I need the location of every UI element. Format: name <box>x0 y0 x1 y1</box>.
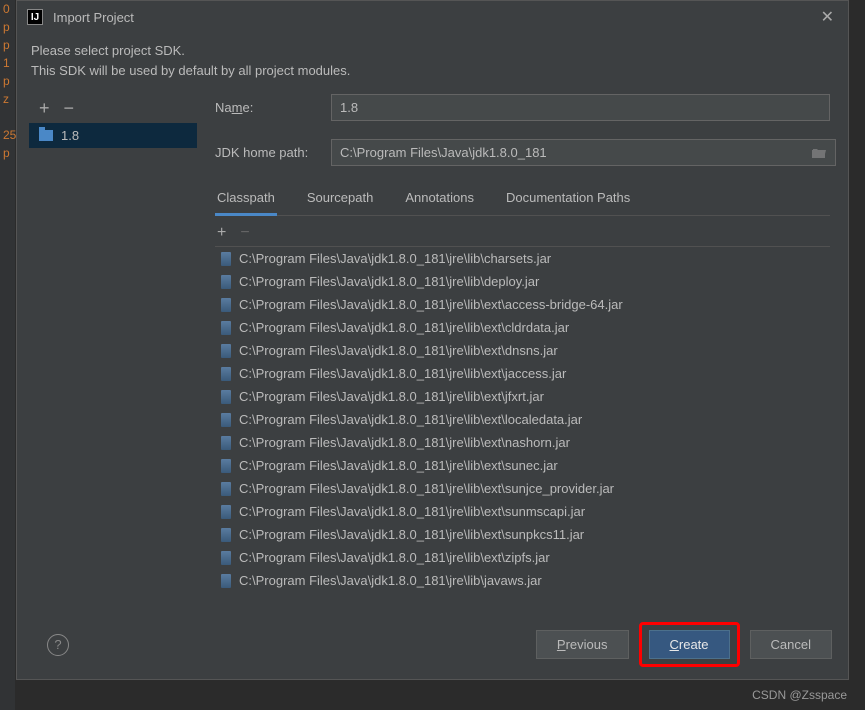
jar-icon <box>221 574 231 588</box>
list-item[interactable]: C:\Program Files\Java\jdk1.8.0_181\jre\l… <box>215 408 830 431</box>
jar-icon <box>221 436 231 450</box>
name-label: Name: <box>215 100 331 115</box>
path-label: JDK home path: <box>215 145 331 160</box>
jar-path: C:\Program Files\Java\jdk1.8.0_181\jre\l… <box>239 412 582 427</box>
jar-path: C:\Program Files\Java\jdk1.8.0_181\jre\l… <box>239 366 566 381</box>
jar-path: C:\Program Files\Java\jdk1.8.0_181\jre\l… <box>239 481 614 496</box>
add-sdk-button[interactable]: + <box>39 98 50 119</box>
jar-icon <box>221 275 231 289</box>
name-input[interactable] <box>331 94 830 121</box>
jar-path: C:\Program Files\Java\jdk1.8.0_181\jre\l… <box>239 343 558 358</box>
close-icon[interactable]: ✕ <box>817 7 838 27</box>
jar-path: C:\Program Files\Java\jdk1.8.0_181\jre\l… <box>239 251 551 266</box>
list-item[interactable]: C:\Program Files\Java\jdk1.8.0_181\jre\l… <box>215 431 830 454</box>
previous-button[interactable]: Previous <box>536 630 629 659</box>
jar-icon <box>221 413 231 427</box>
sdk-sidebar: + − 1.8 <box>17 94 197 610</box>
add-classpath-button[interactable]: + <box>217 224 226 242</box>
sdk-list: 1.8 <box>29 123 197 610</box>
jar-icon <box>221 482 231 496</box>
dialog-title: Import Project <box>53 10 817 25</box>
jar-icon <box>221 459 231 473</box>
tab-annotations[interactable]: Annotations <box>403 184 476 215</box>
create-highlight: Create <box>639 622 740 667</box>
jar-icon <box>221 390 231 404</box>
jar-path: C:\Program Files\Java\jdk1.8.0_181\jre\l… <box>239 573 542 588</box>
jar-path: C:\Program Files\Java\jdk1.8.0_181\jre\l… <box>239 297 623 312</box>
import-project-dialog: IJ Import Project ✕ Please select projec… <box>16 0 849 680</box>
jar-path: C:\Program Files\Java\jdk1.8.0_181\jre\l… <box>239 274 539 289</box>
titlebar: IJ Import Project ✕ <box>17 1 848 33</box>
list-item[interactable]: C:\Program Files\Java\jdk1.8.0_181\jre\l… <box>215 500 830 523</box>
list-item[interactable]: C:\Program Files\Java\jdk1.8.0_181\jre\l… <box>215 546 830 569</box>
sidebar-toolbar: + − <box>29 94 197 123</box>
jar-icon <box>221 344 231 358</box>
list-item[interactable]: C:\Program Files\Java\jdk1.8.0_181\jre\l… <box>215 523 830 546</box>
footer: ? Previous Create Cancel <box>17 610 848 679</box>
main-panel: Name: JDK home path: Classpath Sourcepath… <box>197 94 848 610</box>
remove-classpath-button[interactable]: − <box>240 224 249 242</box>
jar-path: C:\Program Files\Java\jdk1.8.0_181\jre\l… <box>239 389 544 404</box>
list-item[interactable]: C:\Program Files\Java\jdk1.8.0_181\jre\l… <box>215 454 830 477</box>
instructions-line-2: This SDK will be used by default by all … <box>31 61 834 81</box>
list-item[interactable]: C:\Program Files\Java\jdk1.8.0_181\jre\l… <box>215 316 830 339</box>
cancel-button[interactable]: Cancel <box>750 630 832 659</box>
help-icon[interactable]: ? <box>47 634 69 656</box>
instructions: Please select project SDK. This SDK will… <box>17 33 848 94</box>
app-icon: IJ <box>27 9 43 25</box>
jar-path: C:\Program Files\Java\jdk1.8.0_181\jre\l… <box>239 504 585 519</box>
jar-path: C:\Program Files\Java\jdk1.8.0_181\jre\l… <box>239 320 569 335</box>
tab-classpath[interactable]: Classpath <box>215 184 277 216</box>
jar-icon <box>221 367 231 381</box>
instructions-line-1: Please select project SDK. <box>31 41 834 61</box>
list-item[interactable]: C:\Program Files\Java\jdk1.8.0_181\jre\l… <box>215 569 830 592</box>
list-item[interactable]: C:\Program Files\Java\jdk1.8.0_181\jre\l… <box>215 247 830 270</box>
list-item[interactable]: C:\Program Files\Java\jdk1.8.0_181\jre\l… <box>215 339 830 362</box>
list-item[interactable]: C:\Program Files\Java\jdk1.8.0_181\jre\l… <box>215 362 830 385</box>
list-item[interactable]: C:\Program Files\Java\jdk1.8.0_181\jre\l… <box>215 293 830 316</box>
create-button[interactable]: Create <box>649 630 730 659</box>
jar-icon <box>221 321 231 335</box>
remove-sdk-button[interactable]: − <box>64 98 75 119</box>
name-row: Name: <box>215 94 830 121</box>
jar-icon <box>221 505 231 519</box>
list-item[interactable]: C:\Program Files\Java\jdk1.8.0_181\jre\l… <box>215 385 830 408</box>
folder-icon <box>39 130 53 141</box>
tab-sourcepath[interactable]: Sourcepath <box>305 184 376 215</box>
jar-icon <box>221 551 231 565</box>
jar-path: C:\Program Files\Java\jdk1.8.0_181\jre\l… <box>239 458 558 473</box>
list-item[interactable]: C:\Program Files\Java\jdk1.8.0_181\jre\l… <box>215 477 830 500</box>
jar-path: C:\Program Files\Java\jdk1.8.0_181\jre\l… <box>239 550 550 565</box>
jar-path: C:\Program Files\Java\jdk1.8.0_181\jre\l… <box>239 527 584 542</box>
jar-icon <box>221 252 231 266</box>
watermark: CSDN @Zsspace <box>752 688 847 702</box>
classpath-list[interactable]: C:\Program Files\Java\jdk1.8.0_181\jre\l… <box>215 246 830 610</box>
tabs: Classpath Sourcepath Annotations Documentat… <box>215 184 830 216</box>
classpath-toolbar: + − <box>215 220 830 246</box>
jdk-home-path-input[interactable] <box>331 139 836 166</box>
jar-icon <box>221 528 231 542</box>
browse-folder-icon[interactable] <box>808 144 830 162</box>
jar-icon <box>221 298 231 312</box>
sidebar-item-sdk[interactable]: 1.8 <box>29 123 197 148</box>
sidebar-item-label: 1.8 <box>61 128 79 143</box>
jar-path: C:\Program Files\Java\jdk1.8.0_181\jre\l… <box>239 435 570 450</box>
tab-documentation-paths[interactable]: Documentation Paths <box>504 184 632 215</box>
list-item[interactable]: C:\Program Files\Java\jdk1.8.0_181\jre\l… <box>215 270 830 293</box>
path-row: JDK home path: <box>215 139 830 166</box>
